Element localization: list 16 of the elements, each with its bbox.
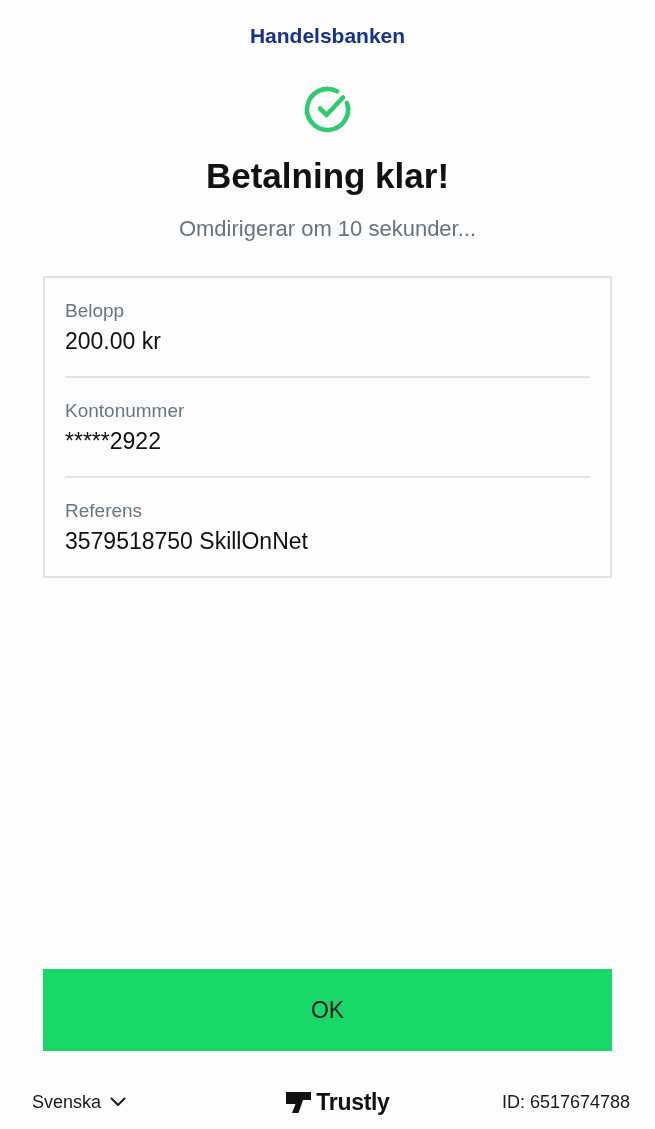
check-circle-icon [303, 85, 352, 133]
status-title: Betalning klar! [205, 156, 450, 196]
redirect-message: Omdirigerar om 10 sekunder... [178, 216, 477, 242]
bank-name: Handelsbanken [249, 24, 406, 48]
chevron-down-icon [110, 1097, 127, 1107]
ok-button[interactable]: OK [43, 969, 612, 1051]
language-selector[interactable]: Svenska [32, 1091, 127, 1113]
detail-label: Belopp [65, 299, 126, 323]
detail-value: *****2922 [65, 427, 162, 455]
detail-label: Kontonummer [65, 399, 186, 423]
logo-mark-icon [286, 1091, 312, 1113]
detail-value: 3579518750 SkillOnNet [65, 527, 309, 555]
detail-label: Referens [65, 499, 144, 523]
detail-value: 200.00 kr [65, 327, 162, 355]
session-id: ID: 6517674788 [501, 1091, 630, 1113]
brand-name: Trustly [316, 1088, 390, 1116]
